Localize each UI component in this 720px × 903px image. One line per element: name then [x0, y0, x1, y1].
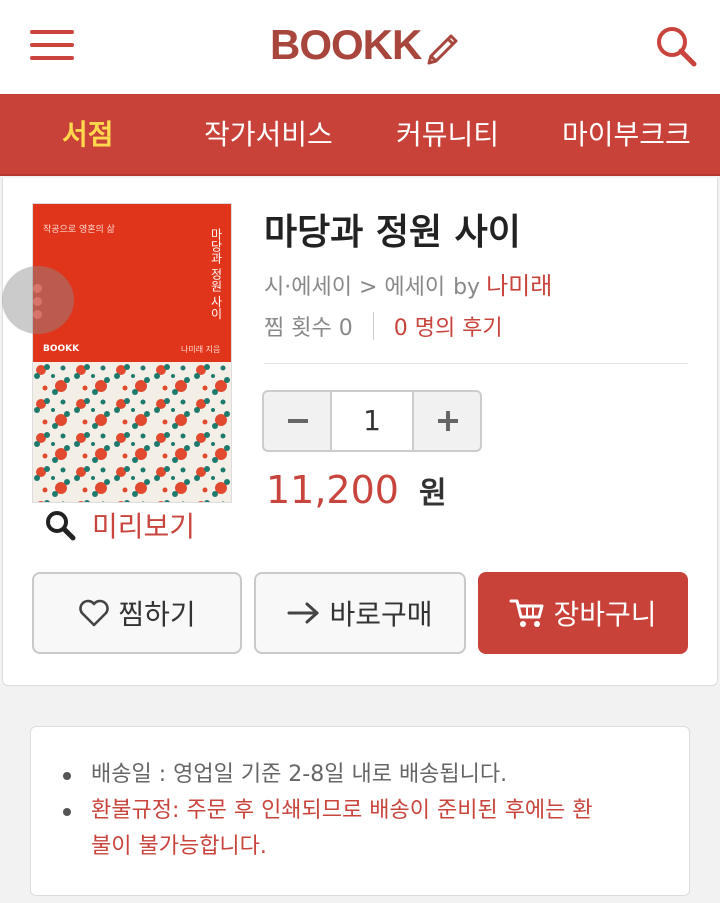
main-nav: 서점 작가서비스 커뮤니티 마이부크크 [0, 94, 720, 176]
cover-author: 나미래 지음 [181, 345, 221, 354]
book-stats: 찜 횟수 0 0 명의 후기 [264, 310, 503, 342]
magnifier-icon [46, 511, 76, 541]
quantity-input[interactable]: 1 [332, 390, 412, 452]
minus-icon [288, 419, 308, 423]
menu-bar [30, 30, 74, 34]
cover-brand: BOOKK [43, 344, 80, 354]
decrease-quantity-button[interactable] [262, 390, 332, 452]
refund-notice: 환불규정: 주문 후 인쇄되므로 배송이 준비된 후에는 환불이 불가능합니다. [63, 793, 671, 865]
stats-divider [372, 312, 374, 340]
author-link[interactable]: 나미래 [486, 272, 552, 300]
nav-item-author-services[interactable]: 작가서비스 [204, 94, 333, 176]
handle-dot [33, 297, 42, 306]
cart-icon [509, 599, 544, 627]
divider [264, 363, 688, 364]
handle-dot [33, 310, 42, 319]
handle-dot [33, 284, 42, 293]
logo-text: BOOKK [270, 21, 422, 68]
quantity-stepper: 1 [262, 390, 482, 452]
nav-item-my-bookk[interactable]: 마이부크크 [562, 94, 691, 176]
price-value: 11,200 [266, 468, 399, 512]
drag-handle-icon[interactable] [2, 266, 74, 334]
wish-button[interactable]: 찜하기 [32, 572, 242, 654]
refund-notice-line1: 환불규정: 주문 후 인쇄되므로 배송이 준비된 후에는 환 [91, 798, 593, 823]
add-to-cart-button[interactable]: 장바구니 [478, 572, 688, 654]
wish-button-label: 찜하기 [118, 598, 196, 631]
cover-subtitle: 작공으로 영혼의 삶 [43, 225, 115, 235]
nav-item-community[interactable]: 커뮤니티 [396, 94, 499, 176]
menu-bar [30, 56, 74, 60]
buy-now-button[interactable]: 바로구매 [254, 572, 466, 654]
cover-flower-pattern [33, 362, 231, 502]
wish-count: 찜 횟수 0 [264, 316, 353, 341]
preview-label: 미리보기 [92, 510, 196, 543]
increase-quantity-button[interactable] [412, 390, 482, 452]
refund-notice-line2: 불이 불가능합니다. [91, 834, 267, 859]
book-cover-image[interactable]: 작공으로 영혼의 삶 마당과 정원 사이 BOOKK 나미래 지음 [32, 203, 232, 503]
plus-icon-v [446, 411, 450, 431]
notice-list: 배송일 : 영업일 기준 2-8일 내로 배송됩니다. 환불규정: 주문 후 인… [63, 757, 671, 865]
nav-item-bookstore[interactable]: 서점 [62, 94, 114, 176]
cart-button-label: 장바구니 [553, 598, 657, 631]
pen-icon [427, 34, 458, 65]
price: 11,200 원 [266, 468, 447, 512]
shipping-info-box: 배송일 : 영업일 기준 2-8일 내로 배송됩니다. 환불규정: 주문 후 인… [30, 726, 690, 896]
by-label: by [453, 275, 481, 300]
hamburger-menu-icon[interactable] [30, 28, 74, 62]
shipping-notice: 배송일 : 영업일 기준 2-8일 내로 배송됩니다. [63, 757, 671, 793]
menu-bar [30, 43, 74, 47]
buy-now-button-label: 바로구매 [329, 598, 433, 631]
heart-icon [79, 599, 110, 627]
arrow-right-icon [287, 602, 319, 624]
app-header: BOOKK [0, 0, 720, 94]
category-breadcrumb[interactable]: 시·에세이 > 에세이 [264, 275, 445, 300]
reviews-link[interactable]: 0 명의 후기 [394, 310, 503, 342]
book-meta: 시·에세이 > 에세이 by 나미래 [264, 266, 552, 301]
book-title: 마당과 정원 사이 [264, 212, 521, 253]
price-unit: 원 [418, 476, 447, 511]
search-icon[interactable] [654, 24, 698, 68]
logo[interactable]: BOOKK [270, 21, 461, 68]
preview-link[interactable]: 미리보기 [44, 507, 195, 543]
cover-title: 마당과 정원 사이 [209, 228, 223, 320]
